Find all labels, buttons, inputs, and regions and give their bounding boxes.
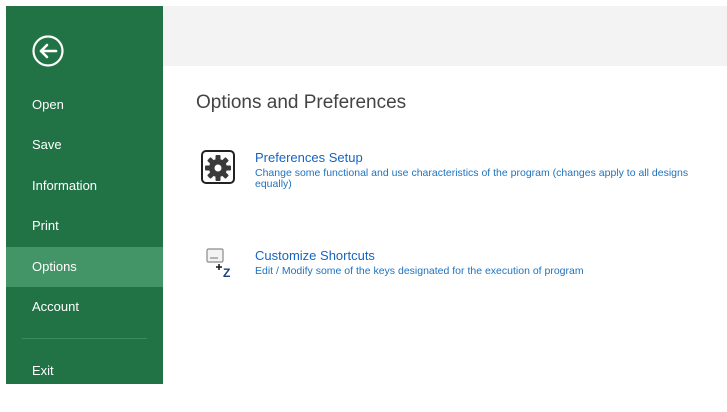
sidebar-divider bbox=[22, 338, 147, 339]
header-band bbox=[163, 6, 727, 66]
keyboard-shortcut-icon: Z bbox=[206, 248, 234, 283]
sidebar: Open Save Information Print Options Acco… bbox=[6, 6, 163, 384]
sidebar-item-print[interactable]: Print bbox=[6, 206, 163, 246]
preferences-setup-option[interactable]: Preferences Setup Change some functional… bbox=[200, 150, 700, 196]
sidebar-item-exit[interactable]: Exit bbox=[6, 351, 163, 391]
sidebar-item-account[interactable]: Account bbox=[6, 287, 163, 327]
option-description: Edit / Modify some of the keys designate… bbox=[255, 265, 584, 277]
option-description: Change some functional and use character… bbox=[255, 167, 689, 190]
option-title: Customize Shortcuts bbox=[255, 248, 375, 263]
sidebar-item-options[interactable]: Options bbox=[6, 247, 163, 287]
svg-text:Z: Z bbox=[223, 266, 230, 278]
back-button[interactable] bbox=[31, 34, 65, 68]
gear-icon bbox=[200, 150, 236, 191]
sidebar-item-information[interactable]: Information bbox=[6, 166, 163, 206]
option-title: Preferences Setup bbox=[255, 150, 363, 165]
page-title: Options and Preferences bbox=[196, 92, 407, 113]
back-arrow-circle-icon bbox=[32, 35, 64, 67]
sidebar-item-open[interactable]: Open bbox=[6, 85, 163, 125]
customize-shortcuts-option[interactable]: Z Customize Shortcuts Edit / Modify some… bbox=[200, 248, 700, 284]
sidebar-item-save[interactable]: Save bbox=[6, 125, 163, 165]
